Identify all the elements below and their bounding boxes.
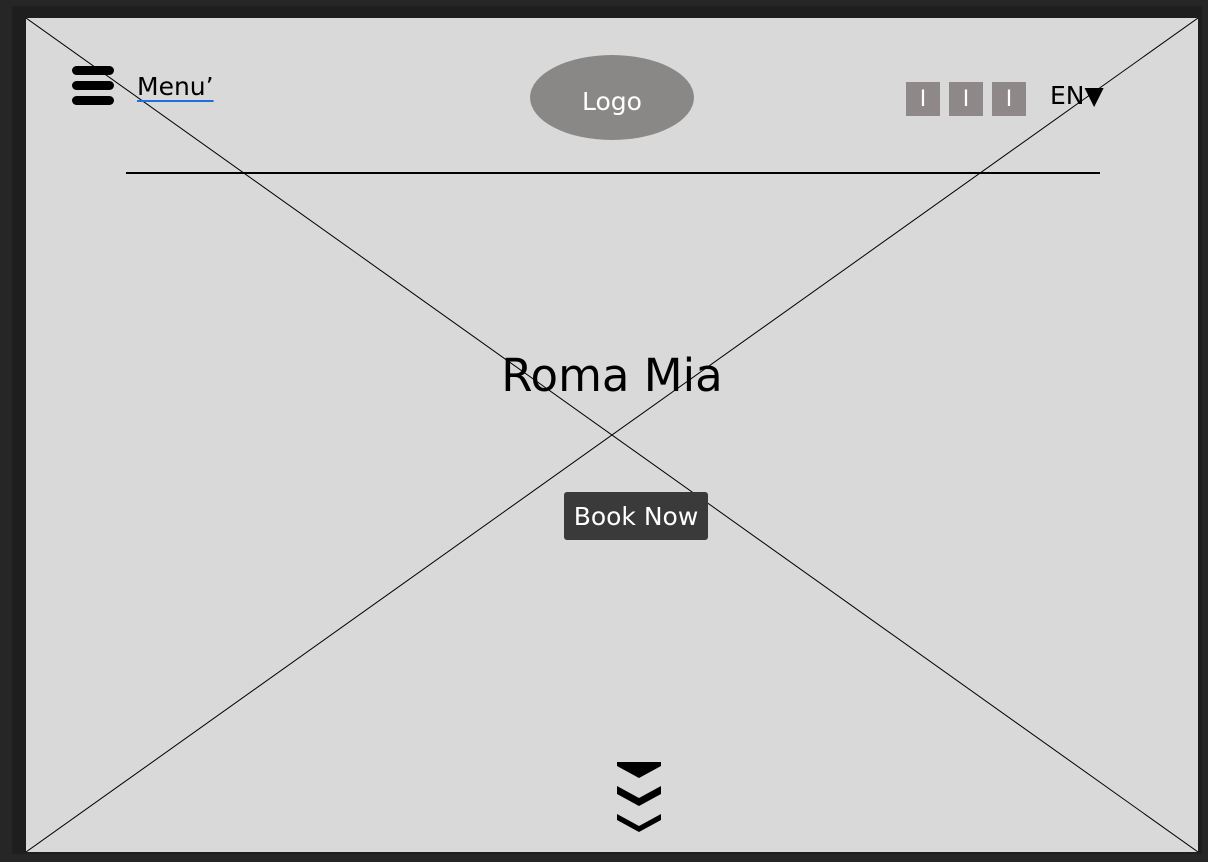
hamburger-icon[interactable] bbox=[72, 66, 114, 108]
image-placeholder-cross bbox=[26, 18, 1198, 852]
language-selector[interactable]: EN▼ bbox=[1050, 81, 1104, 111]
header-divider bbox=[126, 172, 1100, 174]
wireframe-frame: Menu’ Logo I I I EN▼ Roma Mia Book Now bbox=[12, 6, 1202, 854]
menu-link[interactable]: Menu’ bbox=[137, 72, 214, 102]
social-icon-1[interactable]: I bbox=[906, 82, 940, 116]
social-icon-2[interactable]: I bbox=[949, 82, 983, 116]
logo[interactable]: Logo bbox=[530, 55, 694, 140]
hero-title: Roma Mia bbox=[501, 349, 723, 402]
book-now-button[interactable]: Book Now bbox=[564, 492, 708, 540]
chevron-double-down-icon[interactable] bbox=[615, 762, 663, 834]
hero-image-placeholder: Menu’ Logo I I I EN▼ Roma Mia Book Now bbox=[26, 18, 1198, 852]
social-icon-3[interactable]: I bbox=[992, 82, 1026, 116]
